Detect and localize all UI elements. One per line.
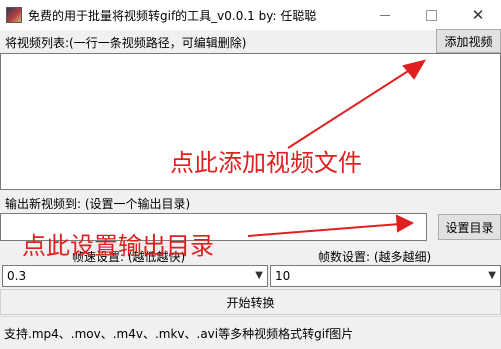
output-label: 输出新视频到: (设置一个输出目录) (5, 197, 191, 211)
frames-select-value: 10 (275, 269, 291, 283)
title-bar: 免费的用于批量将视频转gif的工具_v0.0.1 by: 任聪聪 ✕ (0, 0, 501, 30)
set-directory-button[interactable]: 设置目录 (438, 214, 501, 240)
status-text: 支持.mp4、.mov、.m4v、.mkv、.avi等多种视频格式转gif图片 (4, 326, 354, 341)
chevron-down-icon: ▼ (255, 270, 263, 281)
video-list-label: 将视频列表:(一行一条视频路径，可编辑删除) (5, 36, 247, 50)
app-icon (6, 7, 22, 23)
close-button[interactable]: ✕ (455, 0, 501, 30)
frames-setting-label: 帧数设置: (越多越细) (318, 250, 432, 264)
maximize-icon (425, 9, 437, 21)
speed-select-value: 0.3 (7, 269, 27, 283)
add-video-button[interactable]: 添加视频 (436, 29, 501, 53)
minimize-button[interactable] (362, 0, 408, 30)
maximize-button[interactable] (408, 0, 454, 30)
chevron-down-icon: ▼ (488, 270, 496, 281)
frames-select[interactable]: 10 ▼ (270, 265, 501, 287)
speed-select[interactable]: 0.3 ▼ (2, 265, 268, 287)
close-icon: ✕ (471, 5, 485, 24)
start-convert-button[interactable]: 开始转换 (0, 289, 501, 315)
window-title: 免费的用于批量将视频转gif的工具_v0.0.1 by: 任聪聪 (28, 9, 317, 23)
annotation-add-video: 点此添加视频文件 (170, 149, 362, 177)
annotation-set-output: 点此设置输出目录 (22, 232, 214, 260)
minimize-icon (380, 14, 390, 16)
status-bar: 支持.mp4、.mov、.m4v、.mkv、.avi等多种视频格式转gif图片 (0, 316, 501, 349)
